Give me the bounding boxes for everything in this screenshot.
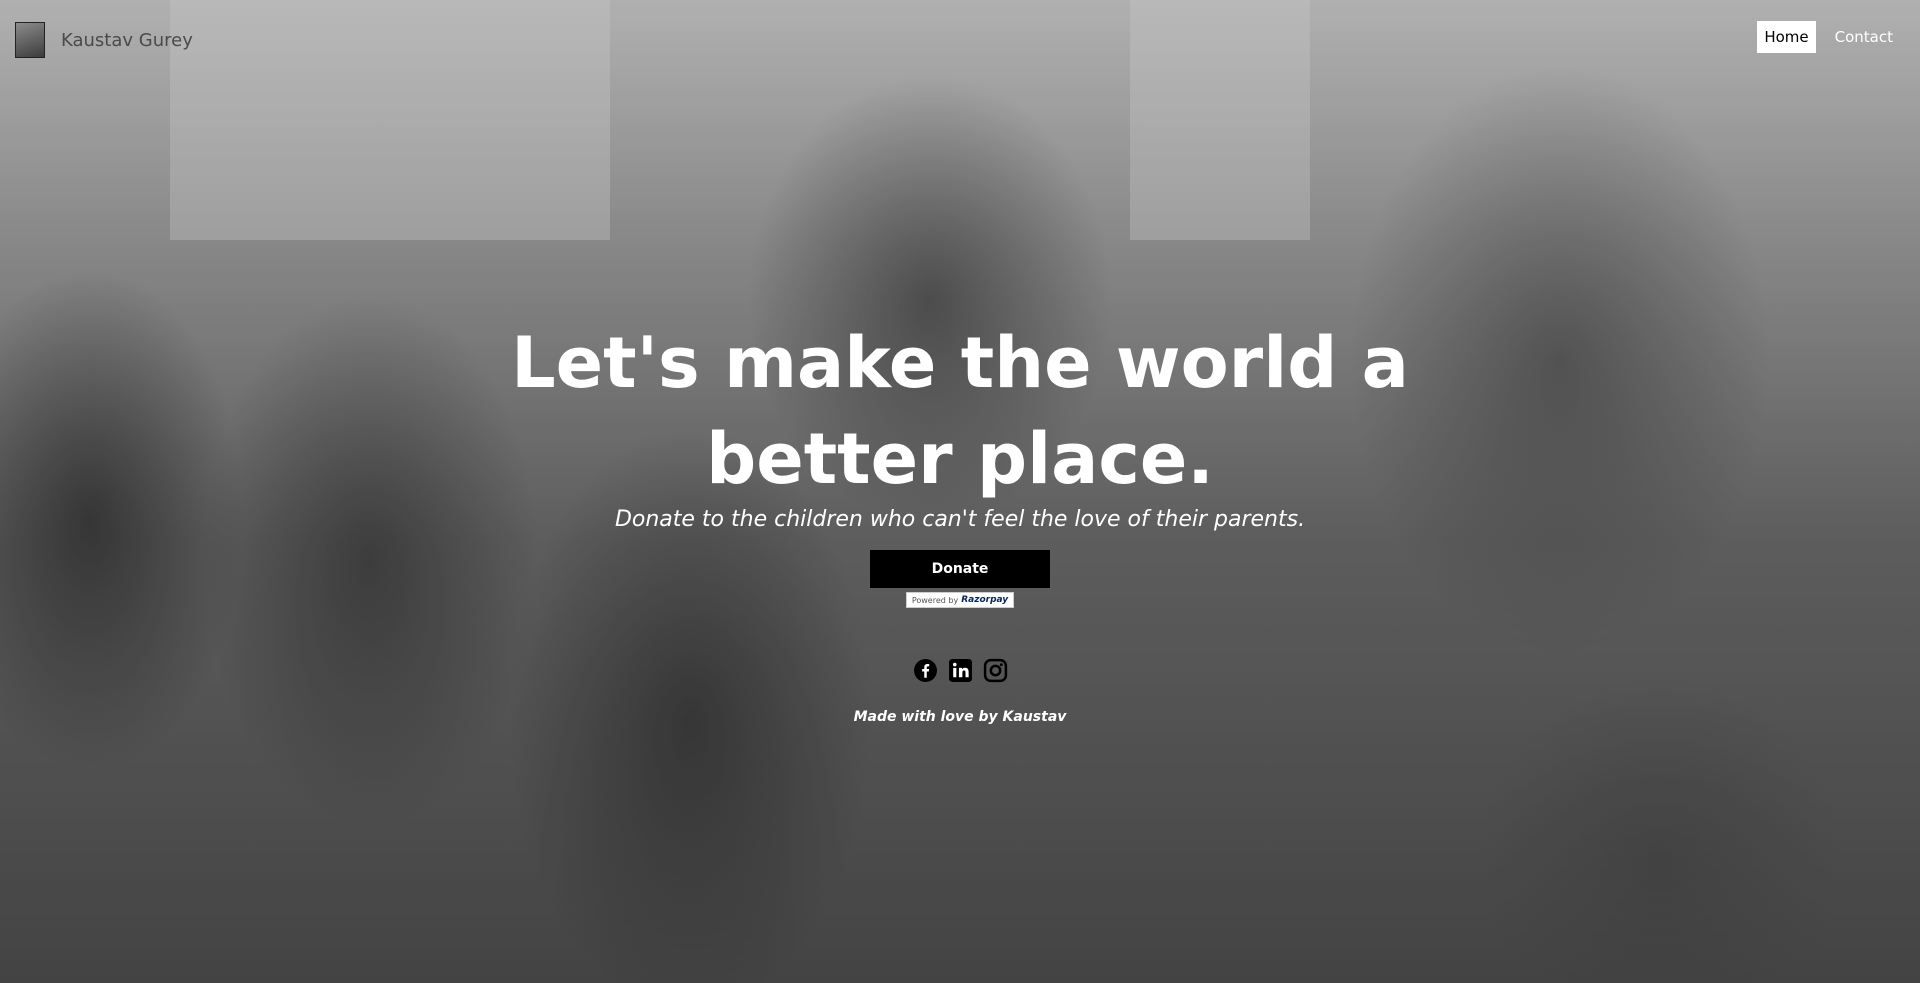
navbar: Kaustav Gurey Home Contact — [0, 0, 1920, 76]
razorpay-logo: Razorpay — [961, 595, 1009, 605]
brand-name[interactable]: Kaustav Gurey — [61, 30, 193, 51]
facebook-icon[interactable] — [913, 658, 938, 683]
brand[interactable]: Kaustav Gurey — [15, 22, 193, 58]
hero: Let's make the world a better place. Don… — [0, 315, 1920, 725]
razorpay-badge[interactable]: Powered by Razorpay — [905, 592, 1015, 608]
nav-link-contact[interactable]: Contact — [1828, 21, 1900, 53]
instagram-icon[interactable] — [983, 658, 1008, 683]
linkedin-icon[interactable] — [948, 658, 973, 683]
page: Kaustav Gurey Home Contact Let's make th… — [0, 0, 1920, 983]
donate-section: Donate Powered by Razorpay — [0, 550, 1920, 608]
powered-by-label: Powered by — [911, 595, 959, 605]
footer-note: Made with love by Kaustav — [853, 709, 1067, 725]
hero-title: Let's make the world a better place. — [511, 322, 1409, 500]
nav-link-home[interactable]: Home — [1757, 21, 1816, 53]
social-links — [0, 658, 1920, 683]
donate-button[interactable]: Donate — [870, 550, 1050, 588]
avatar — [15, 22, 45, 58]
nav-links: Home Contact — [1757, 21, 1900, 53]
hero-subtitle: Donate to the children who can't feel th… — [614, 507, 1306, 532]
